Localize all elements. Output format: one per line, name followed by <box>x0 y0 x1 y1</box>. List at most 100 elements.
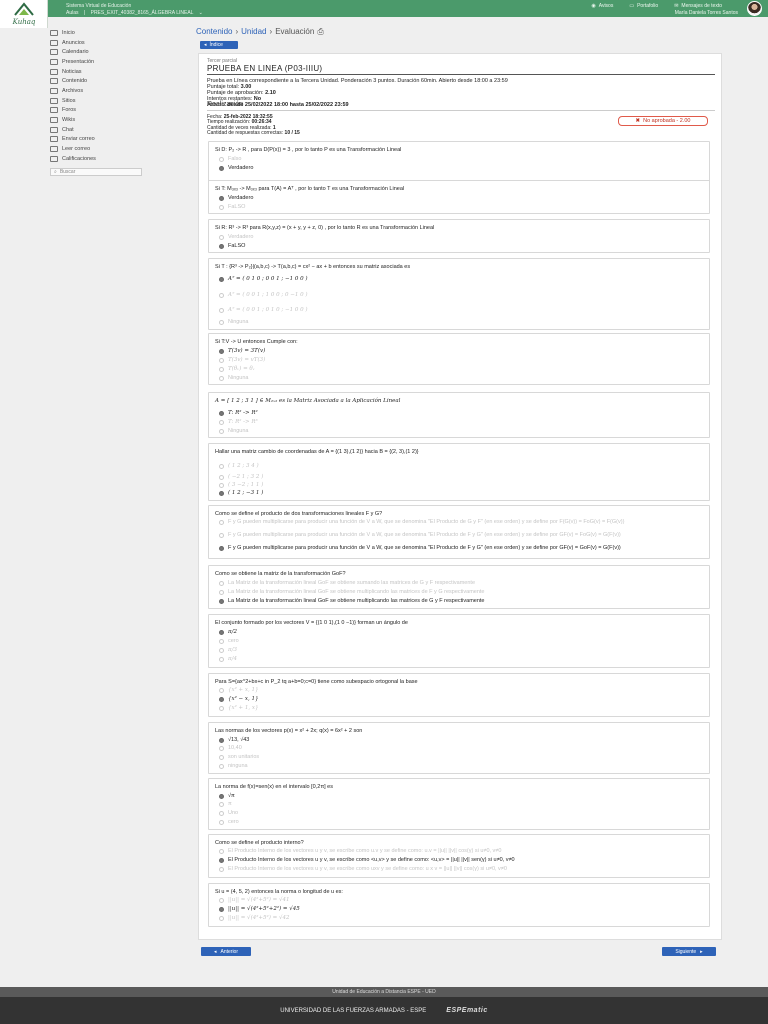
answer-label: π/3 <box>228 647 237 653</box>
answer-option[interactable]: La Matriz de la transformación lineal Go… <box>219 598 484 604</box>
answer-option[interactable]: El Producto Interno de los vectores u y … <box>219 857 515 863</box>
sidebar-item-wikis[interactable]: Wikis <box>50 115 145 125</box>
next-button[interactable]: Siguiente ▸ <box>662 947 716 956</box>
answer-option[interactable]: Verdadero <box>219 195 253 201</box>
answer-option[interactable]: La Matriz de la transformación lineal Go… <box>219 589 484 595</box>
question-card: Si T : {R³ -> P₂}|(a,b,c) -> T(a,b,c) = … <box>208 258 710 330</box>
sidebar-item-archivos[interactable]: Archivos <box>50 86 145 96</box>
answer-option[interactable]: T(θᵥ) = θᵥ <box>219 366 255 372</box>
answer-option[interactable]: ||u|| = √(4²+5²) = √42 <box>219 915 289 921</box>
radio-icon <box>219 308 224 313</box>
answer-option[interactable]: √π <box>219 793 235 799</box>
answer-option[interactable]: π/2 <box>219 629 237 635</box>
sidebar-item-noticias[interactable]: Noticias <box>50 67 145 77</box>
radio-icon <box>219 546 224 551</box>
sidebar-item-label: Calendario <box>62 49 89 56</box>
indice-button[interactable]: ◂ Índice <box>200 41 238 49</box>
answer-option[interactable]: son unitarios <box>219 754 259 760</box>
top-link-portafolio[interactable]: ▭ Portafolio <box>629 3 658 9</box>
radio-icon <box>219 320 224 325</box>
sidebar-item-anuncios[interactable]: Anuncios <box>50 38 145 48</box>
radio-icon <box>219 367 224 372</box>
sidebar-item-presentacion[interactable]: Presentación <box>50 57 145 67</box>
answer-option[interactable]: FaLSO <box>219 243 245 249</box>
answer-option[interactable]: Aᵀ = ( 0 0 1 ; 0 1 0 ; −1 0 0 ) <box>219 307 307 313</box>
sidebar-search[interactable]: ⌕ Buscar <box>50 167 142 176</box>
answer-option[interactable]: {x² − x, 1} <box>219 696 259 702</box>
sites-icon <box>50 97 58 104</box>
question-card: Si T: M₃ₓ₃ -> M₃ₓ₃ para T(A) = Aᵀ , por … <box>208 180 710 214</box>
answer-option[interactable]: Uno <box>219 810 238 816</box>
answer-option[interactable]: Verdadero <box>219 234 253 240</box>
answer-option[interactable]: T(3v) = vT(3) <box>219 357 265 363</box>
answer-option[interactable]: ( 1 2 ; 3 4 ) <box>219 463 259 469</box>
answer-option[interactable]: ( −2 1 ; 3 2 ) <box>219 474 263 480</box>
sidebar-item-calificaciones[interactable]: Calificaciones <box>50 154 145 164</box>
answer-option[interactable]: La Matriz de la transformación lineal Go… <box>219 580 475 586</box>
answer-option[interactable]: El Producto Interno de los vectores u y … <box>219 866 507 872</box>
answer-option[interactable]: FaLSO <box>219 204 245 210</box>
answer-label: π/2 <box>228 629 237 635</box>
answer-option[interactable]: Ninguna <box>219 375 249 381</box>
question-text: El conjunto formado por los vectores V =… <box>215 620 408 626</box>
answer-option[interactable]: {x² + 1, x} <box>219 705 259 711</box>
top-link-avisos[interactable]: ◉ Avisos <box>591 3 613 9</box>
previous-button[interactable]: ◂ Anterior <box>201 947 251 956</box>
breadcrumb-contenido[interactable]: Contenido <box>196 27 232 37</box>
answer-option[interactable]: T(3v) = 3T(v) <box>219 348 265 354</box>
radio-icon <box>219 205 224 210</box>
next-label: Siguiente <box>675 948 697 955</box>
answer-option[interactable]: cero <box>219 819 239 825</box>
answer-option[interactable]: {x² + x, 1} <box>219 687 259 693</box>
logo[interactable]: Kuhaq <box>0 0 48 28</box>
answer-option[interactable]: √13, √43 <box>219 737 249 743</box>
sidebar-item-leer-correo[interactable]: Leer correo <box>50 144 145 154</box>
user-name[interactable]: María Daniela Torres Santos <box>675 10 738 16</box>
answer-option[interactable]: Falso <box>219 156 241 162</box>
question-text: Si T: M₃ₓ₃ -> M₃ₓ₃ para T(A) = Aᵀ , por … <box>215 186 405 192</box>
radio-icon <box>219 630 224 635</box>
result-row: Cantidad de respuestas correctas: 10 / 1… <box>207 130 300 136</box>
answer-option[interactable]: Aᵀ = ( 0 1 0 ; 0 0 1 ; −1 0 0 ) <box>219 276 307 282</box>
radio-icon <box>219 491 224 496</box>
answer-option[interactable]: F y G pueden multiplicarse para producir… <box>219 519 689 525</box>
answer-option[interactable]: ||u|| = √(4²+5²+2²) = √45 <box>219 906 300 912</box>
answer-option[interactable]: 10,40 <box>219 745 242 751</box>
answer-option[interactable]: T: R² -> R³ <box>219 419 258 425</box>
answer-label: La Matriz de la transformación lineal Go… <box>228 589 485 595</box>
sidebar: Inicio Anuncios Calendario Presentación … <box>50 28 145 176</box>
answer-option[interactable]: π <box>219 801 232 807</box>
answer-option[interactable]: Verdadero <box>219 165 253 171</box>
breadcrumb-unidad[interactable]: Unidad <box>241 27 266 37</box>
answer-option[interactable]: El Producto Interno de los vectores u y … <box>219 848 501 854</box>
sidebar-item-foros[interactable]: Foros <box>50 106 145 116</box>
answer-option[interactable]: π/4 <box>219 656 237 662</box>
answer-option[interactable]: ||u|| = √(4²+5²) = √41 <box>219 897 289 903</box>
sidebar-item-contenido[interactable]: Contenido <box>50 76 145 86</box>
sidebar-item-chat[interactable]: Chat <box>50 125 145 135</box>
answer-option[interactable]: cero <box>219 638 239 644</box>
course-selector[interactable]: Aulas | PRES_EXIT_40382_8165_ÁLGEBRA LIN… <box>66 10 203 16</box>
top-link-mensajes[interactable]: ✉ Mensajes de texto <box>674 3 722 9</box>
print-icon[interactable]: ⎙ <box>317 27 323 37</box>
question-card: Las normas de los vectores p(x) = x² + 2… <box>208 722 710 774</box>
avatar[interactable] <box>747 1 762 16</box>
sidebar-item-calendario[interactable]: Calendario <box>50 47 145 57</box>
answer-option[interactable]: ninguna <box>219 763 248 769</box>
sidebar-item-enviar-correo[interactable]: Enviar correo <box>50 135 145 145</box>
answer-option[interactable]: π/3 <box>219 647 237 653</box>
answer-option[interactable]: Ninguna <box>219 319 249 325</box>
answer-option[interactable]: F y G pueden multiplicarse para producir… <box>219 532 689 538</box>
answer-option[interactable]: Aᵀ = ( 0 0 1 ; 1 0 0 ; 0 −1 0 ) <box>219 292 307 298</box>
answer-option[interactable]: Ninguna <box>219 428 249 434</box>
answer-option[interactable]: ( 3 −2 ; 1 1 ) <box>219 482 263 488</box>
radio-icon <box>219 738 224 743</box>
answer-option[interactable]: F y G pueden multiplicarse para producir… <box>219 545 689 551</box>
sidebar-item-inicio[interactable]: Inicio <box>50 28 145 38</box>
answer-option[interactable]: T: R² -> R² <box>219 410 258 416</box>
sidebar-item-sitios[interactable]: Sitios <box>50 96 145 106</box>
wiki-icon <box>50 117 58 124</box>
answer-option[interactable]: ( 1 2 ; −3 1 ) <box>219 490 263 496</box>
read-mail-icon <box>50 146 58 153</box>
answer-label: ||u|| = √(4²+5²+2²) = √45 <box>228 906 300 912</box>
